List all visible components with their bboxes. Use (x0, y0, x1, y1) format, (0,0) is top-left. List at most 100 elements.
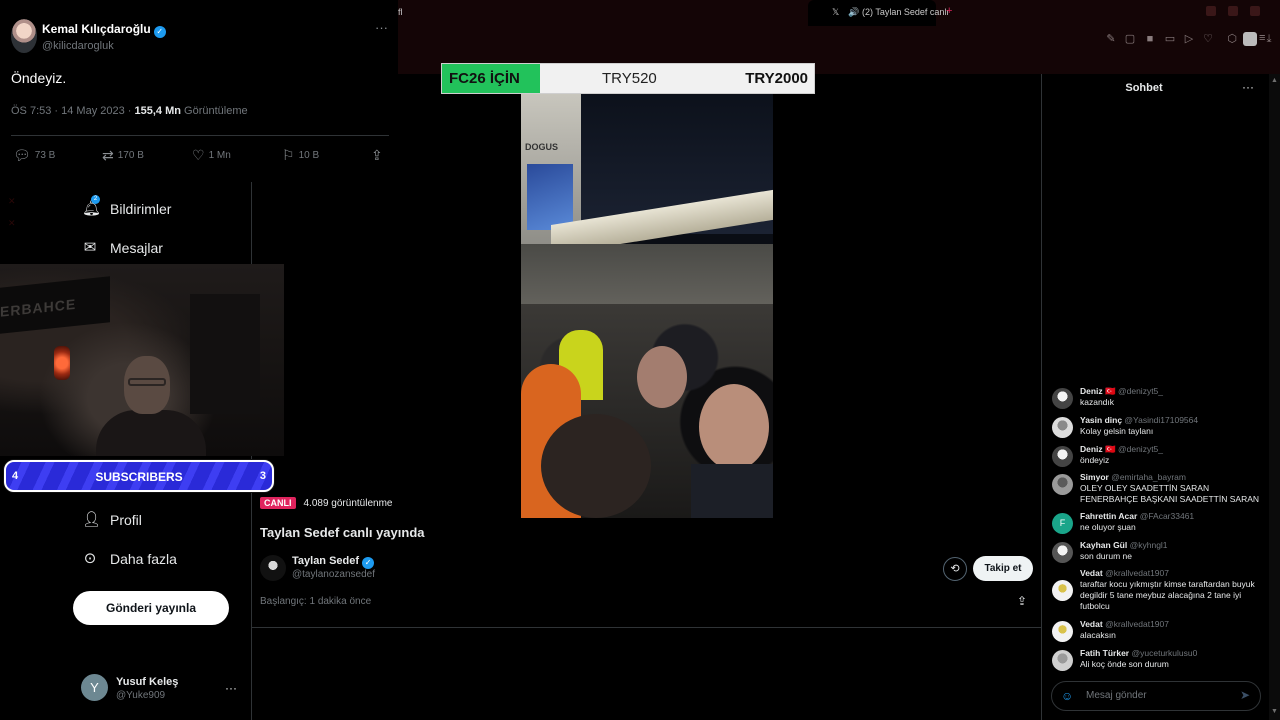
chat-username[interactable]: Deniz 🇹🇷 (1080, 444, 1116, 454)
user-avatar[interactable]: Y (81, 674, 108, 701)
chat-handle[interactable]: @denizyt5_ (1118, 444, 1163, 454)
nav-more[interactable]: ⊙ Daha fazla (82, 547, 177, 571)
chat-message-header: Simyor @emirtaha_bayram (1080, 472, 1186, 482)
post-button[interactable]: Gönderi yayınla (73, 591, 229, 625)
wall-banner-text: ERBAHCE (0, 295, 77, 320)
verified-badge-icon: ✓ (153, 26, 166, 38)
user-name[interactable]: Yusuf Keleş (116, 676, 178, 688)
profile-avatar-icon[interactable] (1243, 32, 1257, 46)
chat-panel: Sohbet ··· Deniz 🇹🇷 @denizyt5_ kazandık … (1041, 74, 1269, 720)
chat-text: Kolay gelsin taylanı (1080, 426, 1154, 436)
chat-handle[interactable]: @denizyt5_ (1118, 386, 1163, 396)
bookmark-button[interactable]: ⚐ 10 B (282, 147, 319, 164)
subscribers-right-count: 3 (259, 470, 266, 482)
chat-avatar[interactable] (1052, 621, 1073, 642)
account-menu-button[interactable]: ··· (225, 681, 237, 695)
chat-handle[interactable]: @emirtaha_bayram (1111, 472, 1186, 482)
nav-messages[interactable]: ✉ Mesajlar (82, 236, 163, 260)
bald-man (699, 384, 769, 470)
retweet-button[interactable]: ⇄ 170 B (102, 147, 144, 164)
heart-icon[interactable]: ♡ (1201, 32, 1215, 46)
clip-button[interactable]: ⟲ (943, 557, 967, 581)
chat-handle[interactable]: @FAcar33461 (1140, 511, 1194, 521)
streamer-body (96, 410, 206, 456)
nav-profile[interactable]: 👤︎ Profil (82, 508, 142, 532)
promo-banner: FC26 İÇİN TRY520 TRY2000 (441, 63, 815, 94)
play-icon[interactable]: ▷ (1182, 32, 1196, 46)
window-maximize-button[interactable] (1228, 6, 1238, 16)
host-handle[interactable]: @taylanozansedef (292, 569, 375, 580)
active-tab[interactable]: 𝕏 🔊 (2) Taylan Sedef canlı (808, 0, 949, 26)
emoji-icon[interactable]: ☺ (1061, 689, 1073, 703)
chat-username[interactable]: Yasin dinç (1080, 415, 1122, 425)
host-name-row[interactable]: Taylan Sedef ✓ (292, 555, 375, 569)
foreground-head (541, 414, 651, 518)
chat-avatar[interactable] (1052, 650, 1073, 671)
chat-handle[interactable]: @kyhngl1 (1130, 540, 1168, 550)
partial-tab-title[interactable]: fl (398, 7, 403, 17)
chat-handle[interactable]: @krallvedat1907 (1105, 568, 1169, 578)
live-view-count: 4.089 görüntülenme (303, 497, 393, 509)
nav-notifications-label: Bildirimler (110, 201, 172, 217)
person-icon: 👤︎ (82, 511, 102, 528)
scroll-down-icon[interactable]: ▼ (1271, 708, 1278, 715)
host-avatar[interactable] (260, 555, 286, 581)
chat-input[interactable]: ☺ Mesaj gönder ➤ (1051, 681, 1261, 711)
chat-avatar[interactable] (1052, 446, 1073, 467)
tweet-text: Öndeyiz. (11, 70, 67, 86)
hamburger-menu-icon[interactable]: ≡ (1259, 32, 1265, 44)
window-close-button[interactable] (1250, 6, 1260, 16)
chat-avatar[interactable] (1052, 417, 1073, 438)
capture-icon[interactable]: ▢ (1123, 32, 1137, 46)
share-icon[interactable]: ⇪ (1017, 594, 1027, 608)
chat-username[interactable]: Vedat (1080, 568, 1103, 578)
menu-icon[interactable] (1264, 32, 1278, 46)
author-handle[interactable]: @kilicdarogluk (42, 40, 114, 52)
tweet-card[interactable]: Kemal Kılıçdaroğlu ✓ @kilicdarogluk ··· Ö… (0, 0, 398, 182)
chat-username[interactable]: Deniz 🇹🇷 (1080, 386, 1116, 396)
chat-avatar[interactable] (1052, 542, 1073, 563)
reply-button[interactable]: 💬︎ 73 B (13, 147, 55, 164)
user-handle[interactable]: @Yuke909 (116, 690, 165, 701)
bell-icon: 🔔︎ 2 (82, 195, 102, 217)
send-icon[interactable]: ➤ (1240, 688, 1250, 702)
chat-username[interactable]: Simyor (1080, 472, 1109, 482)
chat-handle[interactable]: @krallvedat1907 (1105, 619, 1169, 629)
pin-icon[interactable]: ✎ (1104, 32, 1118, 46)
live-video[interactable]: DOGUS (521, 94, 773, 518)
like-button[interactable]: ♡ 1 Mn (192, 147, 231, 164)
window-minimize-button[interactable] (1206, 6, 1216, 16)
screen-icon[interactable]: ▭ (1163, 32, 1177, 46)
scroll-up-icon[interactable]: ▲ (1271, 77, 1278, 84)
follow-button[interactable]: Takip et (973, 556, 1033, 581)
speaker-icon[interactable]: 🔊 (848, 7, 859, 18)
tweet-more-button[interactable]: ··· (375, 20, 388, 35)
tweet-time[interactable]: ÖS 7:53 · 14 May 2023 · (11, 105, 135, 117)
author-name-row[interactable]: Kemal Kılıçdaroğlu ✓ (42, 22, 166, 38)
chat-text: Ali koç önde son durum (1080, 659, 1169, 669)
chat-username[interactable]: Vedat (1080, 619, 1103, 629)
chat-username[interactable]: Fahrettin Acar (1080, 511, 1137, 521)
chat-username[interactable]: Fatih Türker (1080, 648, 1129, 658)
stadium-screen (527, 164, 573, 230)
tweet-actions: 💬︎ 73 B ⇄ 170 B ♡ 1 Mn ⚐ 10 B ⇪ (11, 147, 389, 167)
chat-avatar[interactable]: F (1052, 513, 1073, 534)
chat-handle[interactable]: @Yasindi17109564 (1124, 415, 1198, 425)
chat-avatar[interactable] (1052, 474, 1073, 495)
chat-scrollbar[interactable]: ▲ ▼ (1269, 74, 1280, 720)
chat-avatar[interactable] (1052, 580, 1073, 601)
nav-notifications[interactable]: 🔔︎ 2 Bildirimler (82, 195, 172, 221)
grey-hair-man (637, 346, 687, 408)
faint-x-icon: ✕ (8, 218, 16, 228)
tweet-view-count: 155,4 Mn (134, 105, 181, 117)
chat-handle[interactable]: @yuceturkulusu0 (1132, 648, 1198, 658)
new-tab-button[interactable]: + (946, 5, 952, 17)
extensions-icon[interactable]: ⬡ (1225, 32, 1239, 46)
record-icon[interactable]: ■ (1143, 32, 1157, 46)
like-count: 1 Mn (208, 150, 231, 161)
share-button[interactable]: ⇪ (371, 147, 387, 164)
chat-username[interactable]: Kayhan Gül (1080, 540, 1127, 550)
author-avatar[interactable] (11, 19, 37, 53)
chat-more-button[interactable]: ··· (1242, 80, 1254, 94)
chat-avatar[interactable] (1052, 388, 1073, 409)
